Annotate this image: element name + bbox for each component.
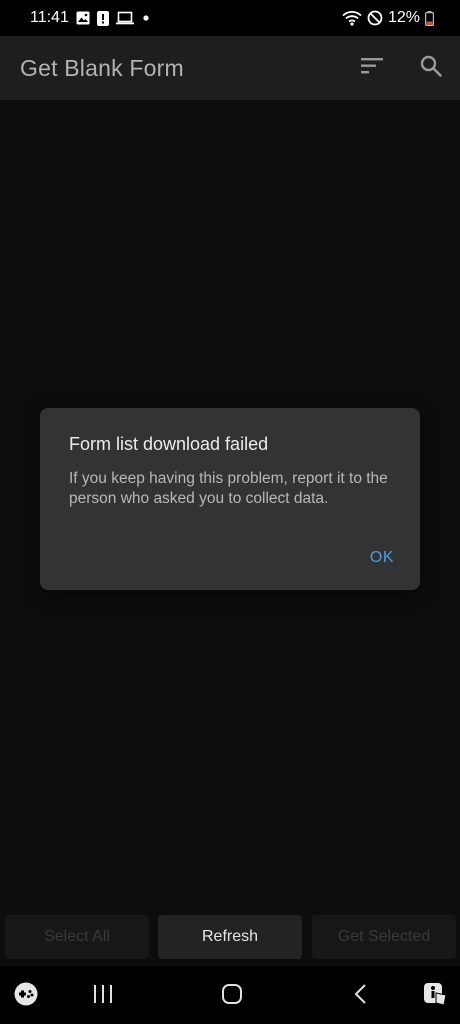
ok-button[interactable]: OK	[370, 547, 394, 569]
accessibility-button[interactable]	[419, 980, 451, 1012]
screen: 11:41 12% Get Blank Form Form list downl…	[0, 0, 460, 1024]
status-right: 12%	[342, 8, 434, 28]
app-bar: Get Blank Form	[0, 36, 460, 100]
bottom-action-bar: Select All Refresh Get Selected	[0, 910, 460, 966]
accessibility-icon	[422, 981, 448, 1012]
refresh-button[interactable]: Refresh	[158, 915, 302, 959]
sort-icon	[360, 57, 384, 80]
wifi-icon	[342, 10, 362, 26]
page-title: Get Blank Form	[20, 55, 184, 81]
search-icon	[419, 54, 443, 83]
status-time: 11:41	[30, 9, 69, 26]
recent-apps-icon	[92, 984, 114, 1009]
back-icon	[352, 983, 370, 1010]
select-all-button[interactable]: Select All	[5, 915, 149, 959]
battery-percent: 12%	[387, 9, 420, 26]
error-dialog: Form list download failed If you keep ha…	[40, 408, 420, 590]
recent-apps-button[interactable]	[87, 980, 119, 1012]
image-icon	[76, 11, 90, 25]
dot-icon	[141, 11, 151, 25]
system-nav-bar	[0, 966, 460, 1024]
back-button[interactable]	[345, 980, 377, 1012]
status-left: 11:41	[30, 8, 151, 28]
home-icon	[221, 983, 243, 1010]
do-not-disturb-icon	[367, 10, 383, 26]
get-selected-button[interactable]: Get Selected	[312, 915, 456, 959]
status-bar: 11:41 12%	[0, 0, 460, 36]
search-button[interactable]	[411, 48, 451, 88]
dialog-title: Form list download failed	[69, 434, 269, 454]
dialog-message: If you keep having this problem, report …	[69, 470, 388, 507]
game-launcher-icon	[13, 981, 39, 1012]
alert-icon	[96, 10, 109, 26]
laptop-icon	[115, 11, 134, 25]
game-launcher-button[interactable]	[10, 980, 42, 1012]
battery-icon	[425, 10, 434, 26]
sort-button[interactable]	[352, 48, 392, 88]
home-button[interactable]	[216, 980, 248, 1012]
